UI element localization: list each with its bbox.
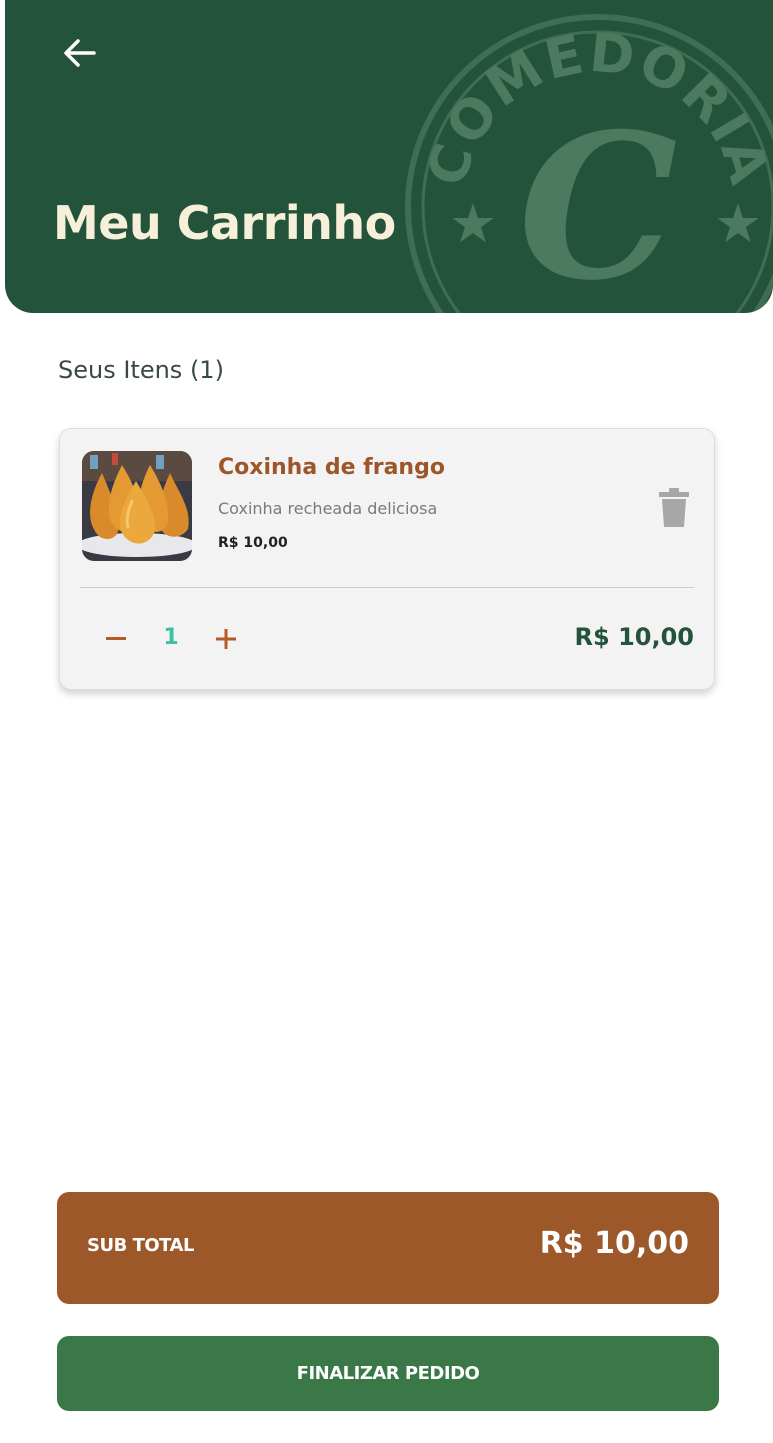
decrease-quantity-button[interactable] [98,619,134,659]
back-button[interactable] [55,28,105,78]
card-divider [80,587,694,588]
subtotal-value: R$ 10,00 [539,1226,689,1261]
header: COMEDORIA C ★ ★ Meu Carrinho [5,0,773,313]
svg-text:★: ★ [714,192,762,255]
page-title: Meu Carrinho [53,196,396,250]
product-description: Coxinha recheada deliciosa [218,499,438,518]
cart-screen: COMEDORIA C ★ ★ Meu Carrinho Seus Itens … [0,0,773,1443]
items-count-label: Seus Itens (1) [58,356,224,384]
svg-text:★: ★ [449,192,497,255]
brand-seal-logo: COMEDORIA C ★ ★ [405,14,773,313]
item-line-total: R$ 10,00 [574,623,694,651]
arrow-left-icon [64,39,96,67]
plus-icon [216,629,236,649]
product-unit-price: R$ 10,00 [218,535,288,551]
subtotal-bar: SUB TOTAL R$ 10,00 [57,1192,719,1304]
svg-text:C: C [518,90,677,313]
product-image [82,451,192,561]
increase-quantity-button[interactable] [208,619,244,659]
quantity-value: 1 [163,625,179,650]
checkout-button[interactable]: FINALIZAR PEDIDO [57,1336,719,1411]
subtotal-label: SUB TOTAL [87,1235,194,1256]
product-name: Coxinha de frango [218,455,445,480]
trash-icon [659,488,689,527]
cart-item-card: Coxinha de frango Coxinha recheada delic… [59,428,715,690]
remove-item-button[interactable] [656,487,692,529]
minus-icon [106,637,126,640]
